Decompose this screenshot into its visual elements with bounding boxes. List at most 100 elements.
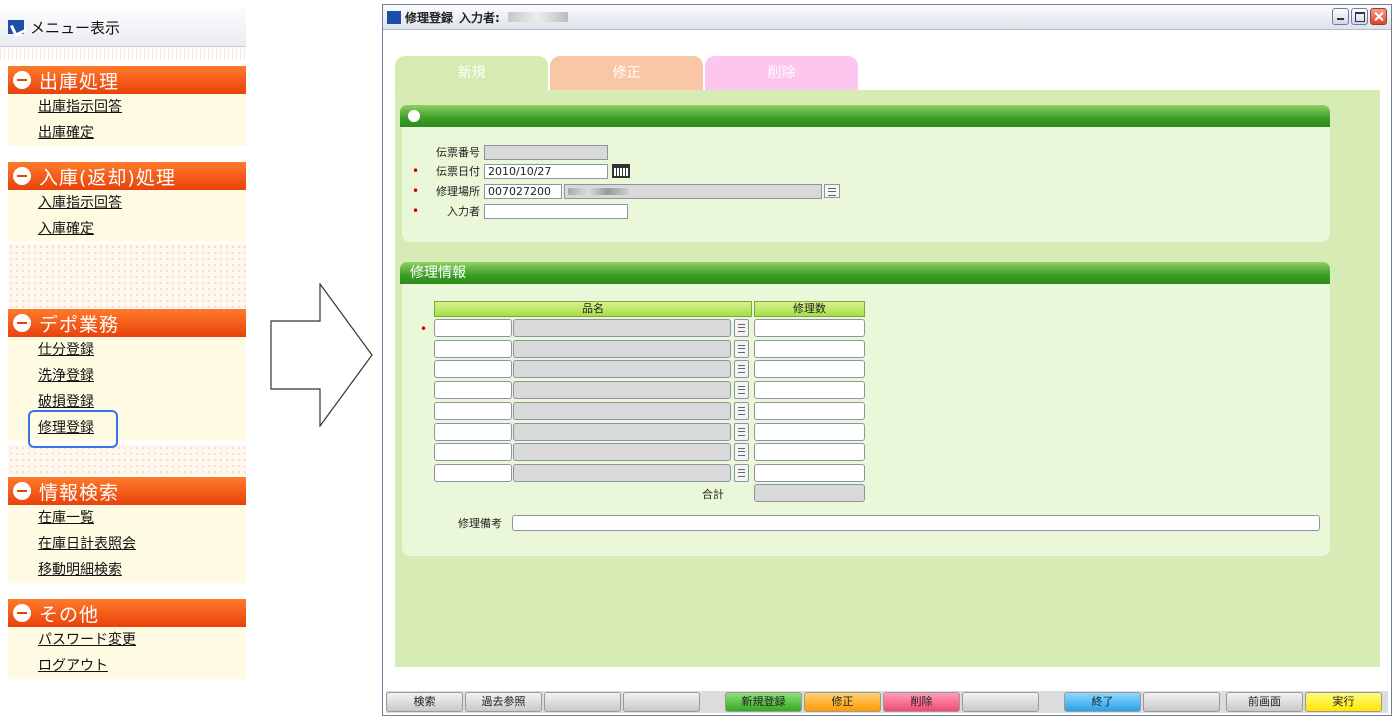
maximize-icon[interactable] xyxy=(1351,8,1368,25)
section-header[interactable]: その他 xyxy=(8,599,246,627)
qty-field[interactable] xyxy=(754,463,865,482)
tab-modify[interactable]: 修正 xyxy=(550,56,703,92)
lookup-icon[interactable] xyxy=(734,360,749,379)
lookup-icon[interactable] xyxy=(734,463,749,482)
function-button-7[interactable]: 削除 xyxy=(883,692,960,712)
item-code-field[interactable] xyxy=(434,360,512,379)
function-button-2[interactable]: 過去参照 xyxy=(465,692,542,712)
section-header[interactable]: 出庫処理 xyxy=(8,66,246,94)
item-code-field[interactable] xyxy=(434,319,512,337)
qty-field[interactable] xyxy=(754,381,865,400)
item-code-field[interactable] xyxy=(434,443,512,462)
menu-link-ido[interactable]: 移動明細検索 xyxy=(8,557,246,583)
tab-delete[interactable]: 削除 xyxy=(705,56,858,92)
window-title: 修理登録 xyxy=(405,10,454,25)
mode-tabs: 新規 修正 削除 xyxy=(395,56,860,92)
function-button-12[interactable]: 実行 xyxy=(1305,692,1382,712)
lookup-icon[interactable] xyxy=(734,401,749,420)
remarks-field[interactable] xyxy=(512,515,1320,531)
menu-link-zaiko[interactable]: 在庫一覧 xyxy=(8,505,246,531)
lookup-icon[interactable] xyxy=(734,339,749,358)
function-button-4[interactable] xyxy=(623,692,700,712)
title-bar[interactable]: 修理登録 入力者: xyxy=(383,5,1391,30)
app-window: 修理登録 入力者: 新規 修正 削除 伝票番号 • 伝票日付 2010/10/2… xyxy=(382,4,1392,716)
slip-date-label: 伝票日付 xyxy=(436,165,480,178)
section-header[interactable]: 情報検索 xyxy=(8,477,246,505)
qty-field[interactable] xyxy=(754,443,865,462)
required-mark: • xyxy=(412,184,420,198)
lookup-icon[interactable] xyxy=(734,319,749,337)
qty-field[interactable] xyxy=(754,339,865,358)
bullet-icon xyxy=(408,110,420,122)
function-button-6[interactable]: 修正 xyxy=(804,692,881,712)
lookup-icon[interactable] xyxy=(734,381,749,400)
repair-location-code-field[interactable]: 007027200 xyxy=(484,183,562,199)
menu-link-senjo[interactable]: 洗浄登録 xyxy=(8,363,246,389)
highlight-box xyxy=(28,410,118,448)
function-button-8[interactable] xyxy=(962,692,1039,712)
item-name-field xyxy=(513,381,731,400)
minimize-icon[interactable] xyxy=(1332,8,1349,25)
section-title: その他 xyxy=(39,603,100,626)
lookup-icon[interactable] xyxy=(824,184,840,198)
function-button-10[interactable] xyxy=(1143,692,1220,712)
item-name-field xyxy=(513,401,731,420)
header-section-box: 伝票番号 • 伝票日付 2010/10/27 • 修理場所 007027200 xyxy=(402,127,1330,242)
repair-info-bar: 修理情報 xyxy=(400,262,1330,284)
item-name-field xyxy=(513,319,731,337)
col-header-item: 品名 xyxy=(434,301,752,317)
collapse-icon[interactable] xyxy=(13,314,31,332)
function-button-9[interactable]: 終了 xyxy=(1064,692,1141,712)
qty-field[interactable] xyxy=(754,319,865,337)
function-button-11[interactable]: 前画面 xyxy=(1226,692,1303,712)
user-name-redacted xyxy=(507,12,568,22)
item-name-field xyxy=(513,443,731,462)
lookup-icon[interactable] xyxy=(734,443,749,462)
app-logo-icon xyxy=(8,20,24,34)
close-icon[interactable] xyxy=(1370,8,1387,25)
remarks-label: 修理備考 xyxy=(458,517,502,530)
item-code-field[interactable] xyxy=(434,381,512,400)
menu-spacer xyxy=(8,445,246,475)
section-header[interactable]: デポ業務 xyxy=(8,309,246,337)
required-mark: • xyxy=(420,322,428,336)
menu-link-nyuko-shiji[interactable]: 入庫指示回答 xyxy=(8,190,246,216)
menu-section-shukko: 出庫処理 出庫指示回答 出庫確定 xyxy=(8,66,246,146)
collapse-icon[interactable] xyxy=(13,604,31,622)
menu-link-shukko-shiji[interactable]: 出庫指示回答 xyxy=(8,94,246,120)
function-button-5[interactable]: 新規登録 xyxy=(725,692,802,712)
section-title: 入庫(返却)処理 xyxy=(39,166,176,189)
qty-field[interactable] xyxy=(754,360,865,379)
tab-new[interactable]: 新規 xyxy=(395,56,548,92)
qty-field[interactable] xyxy=(754,422,865,441)
menu-section-nyuko: 入庫(返却)処理 入庫指示回答 入庫確定 xyxy=(8,162,246,242)
col-header-qty: 修理数 xyxy=(754,301,865,317)
entered-by-field[interactable] xyxy=(484,203,628,219)
repair-location-label: 修理場所 xyxy=(436,185,480,198)
total-field xyxy=(754,484,865,502)
menu-link-nikkei[interactable]: 在庫日計表照会 xyxy=(8,531,246,557)
slip-date-field[interactable]: 2010/10/27 xyxy=(484,163,608,179)
qty-field[interactable] xyxy=(754,401,865,420)
collapse-icon[interactable] xyxy=(13,167,31,185)
function-button-1[interactable]: 検索 xyxy=(386,692,463,712)
app-logo-icon xyxy=(387,10,401,24)
menu-link-password[interactable]: パスワード変更 xyxy=(8,627,246,653)
item-code-field[interactable] xyxy=(434,401,512,420)
menu-link-nyuko-kakutei[interactable]: 入庫確定 xyxy=(8,216,246,242)
collapse-icon[interactable] xyxy=(13,482,31,500)
lookup-icon[interactable] xyxy=(734,422,749,441)
function-button-3[interactable] xyxy=(544,692,621,712)
entered-by-field-label: 入力者 xyxy=(447,205,480,218)
header-section-bar xyxy=(400,105,1330,127)
item-code-field[interactable] xyxy=(434,422,512,441)
collapse-icon[interactable] xyxy=(13,71,31,89)
divider xyxy=(0,47,246,59)
menu-link-logout[interactable]: ログアウト xyxy=(8,653,246,679)
menu-link-shukko-kakutei[interactable]: 出庫確定 xyxy=(8,120,246,146)
section-header[interactable]: 入庫(返却)処理 xyxy=(8,162,246,190)
calendar-icon[interactable] xyxy=(612,164,630,178)
item-code-field[interactable] xyxy=(434,463,512,482)
menu-link-shiwake[interactable]: 仕分登録 xyxy=(8,337,246,363)
item-code-field[interactable] xyxy=(434,339,512,358)
